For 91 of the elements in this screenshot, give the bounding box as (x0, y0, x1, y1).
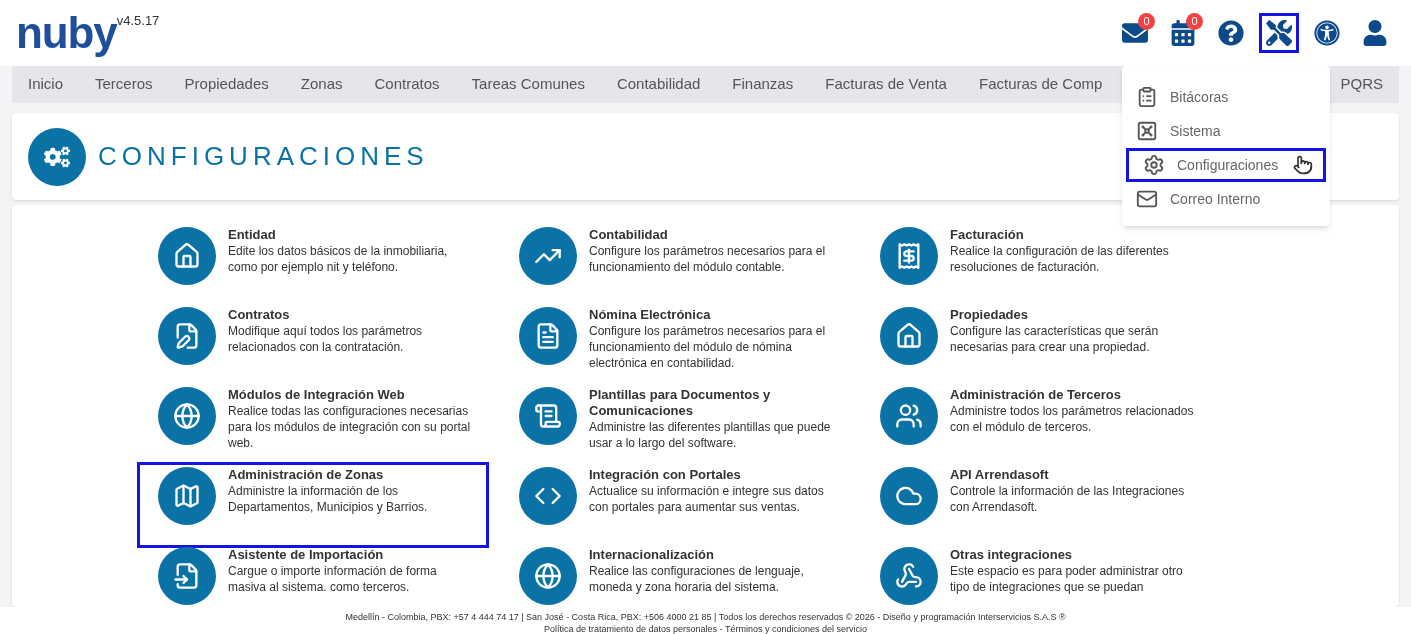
nav-link[interactable]: Facturas de Comp (962, 73, 1119, 96)
module-description: Controle la información de las Integraciones con Arrendasoft. (950, 483, 1186, 515)
module-item[interactable]: Administración de Terceros Administre todos los parámetros relacionados con el módulo de terceros. (864, 387, 1225, 463)
version-label: v4.5.17 (116, 12, 160, 28)
module-title: Integración con Portales (589, 467, 742, 483)
page-title: CONFIGURACIONES (98, 140, 429, 173)
receipt-icon (880, 227, 938, 285)
nav-link[interactable]: Contabilidad (600, 73, 717, 96)
logo: nuby (16, 11, 117, 55)
map-icon (158, 467, 216, 525)
count-badge: 0 (1186, 13, 1203, 30)
module-item[interactable]: Plantillas para Documentos y Comunicaciones Administre las diferentes plantillas que puede usar a lo largo del software. (503, 387, 864, 463)
module-item[interactable]: Integración con Portales Actualice su información e integre sus datos con portales para aumentar sus ventas. (503, 467, 864, 543)
module-item[interactable]: Facturación Realice la configuración de las diferentes resoluciones de facturación. (864, 227, 1225, 303)
tools-button[interactable] (1259, 13, 1299, 53)
module-item[interactable]: API Arrendasoft Controle la información de las Integraciones con Arrendasoft. (864, 467, 1225, 543)
tools-icon (1266, 20, 1292, 46)
module-description: Administre todos los parámetros relacionados con el módulo de terceros. (950, 403, 1195, 435)
module-description: Configure los parámetros necesarios para el funcionamiento del módulo contable. (589, 243, 827, 275)
gears-icon (1143, 154, 1165, 176)
module-title: Nómina Electrónica (589, 307, 712, 323)
document-icon (158, 307, 216, 365)
module-title: Módulos de Integración Web (228, 387, 406, 403)
document-icon (519, 387, 577, 445)
document-icon (519, 307, 577, 365)
cloud-icon (880, 467, 938, 525)
footer-link[interactable]: Política de tratamiento de datos personales - Términos y condiciones del servicio (544, 623, 867, 634)
menu-item[interactable]: Bitácoras (1122, 80, 1330, 114)
module-description: Cargue o importe información de forma masiva al sistema. como terceros. (228, 563, 438, 595)
module-item[interactable]: Contratos Modifique aquí todos los parámetros relacionados con la contratación. (142, 307, 503, 383)
nav-link[interactable]: Finanzas (716, 73, 810, 96)
module-title: Contabilidad (589, 227, 669, 243)
module-item[interactable]: Módulos de Integración Web Realice todas las configuraciones necesarias para los módulos de integración con su portal web. (142, 387, 503, 463)
menu-item[interactable]: Configuraciones (1126, 148, 1326, 182)
footer-text: Medellín - Colombia, PBX: +57 4 444 74 17 | San José - Costa Rica, PBX: +506 4000 21 85 | Todos los derechos reservados © 2026 - Diseño y programación Interservicios S.A.S ® (345, 611, 1066, 623)
cursor-icon (1293, 155, 1313, 175)
module-title: Entidad (228, 227, 277, 243)
mail-icon (1136, 188, 1158, 210)
module-description: Realice todas las configuraciones necesarias para los módulos de integración con su portal web. (228, 403, 472, 451)
nav-link[interactable]: PQRS (1332, 73, 1391, 96)
accessibility-icon (1314, 20, 1340, 46)
nav-link[interactable]: Propiedades (168, 73, 285, 96)
count-badge: 0 (1138, 13, 1155, 30)
module-description: Actualice su información e integre sus datos con portales para aumentar sus ventas. (589, 483, 825, 515)
module-title: Internacionalización (589, 547, 715, 563)
module-title: API Arrendasoft (950, 467, 1050, 483)
module-title: Asistente de Importación (228, 547, 385, 563)
module-title: Otras integraciones (950, 547, 1074, 563)
module-description: Este espacio es para poder administrar otro tipo de integraciones que se puedan (950, 563, 1184, 595)
module-title: Administración de Zonas (228, 467, 385, 483)
help-icon (1218, 20, 1244, 46)
code-icon (519, 467, 577, 525)
module-item[interactable]: Otras integraciones Este espacio es para poder administrar otro tipo de integraciones que se puedan (864, 547, 1225, 607)
people-icon (880, 387, 938, 445)
nav-link[interactable]: Zonas (284, 73, 359, 96)
nav-link[interactable]: Contratos (358, 73, 456, 96)
nav-link[interactable]: Terceros (79, 73, 169, 96)
module-item[interactable]: Internacionalización Realice las configuraciones de lenguaje, moneda y zona horaria del sistema. (503, 547, 864, 607)
module-title: Plantillas para Documentos y Comunicaciones (589, 387, 772, 419)
module-item[interactable]: Asistente de Importación Cargue o importe información de forma masiva al sistema. como terceros. (142, 547, 503, 607)
module-item[interactable]: Entidad Edite los datos básicos de la inmobiliaria, como por ejemplo nit y teléfono. (142, 227, 503, 303)
module-item[interactable]: Propiedades Configure las características que serán necesarias para crear una propiedad. (864, 307, 1225, 383)
module-title: Contratos (228, 307, 291, 323)
gears-icon (28, 127, 86, 186)
clipboard-icon (1136, 86, 1158, 108)
mail-button[interactable]: 0 (1115, 13, 1155, 53)
module-description: Configure los parámetros necesarios para el funcionamiento del módulo de nómina electrónica en contabilidad. (589, 323, 827, 371)
module-item[interactable]: Administración de Zonas Administre la información de los Departamentos, Municipios y Barrios. (142, 467, 484, 543)
module-description: Realice la configuración de las diferentes resoluciones de facturación. (950, 243, 1170, 275)
module-title: Propiedades (950, 307, 1030, 323)
user-icon (1362, 20, 1388, 46)
nav-link[interactable]: Tareas Comunes (455, 73, 601, 96)
module-item[interactable]: Contabilidad Configure los parámetros necesarios para el funcionamiento del módulo contable. (503, 227, 864, 303)
module-description: Administre las diferentes plantillas que puede usar a lo largo del software. (589, 419, 832, 451)
nav-link[interactable]: Inicio (12, 73, 80, 96)
menu-item[interactable]: Correo Interno (1122, 182, 1330, 216)
module-title: Administración de Terceros (950, 387, 1122, 403)
module-description: Configure las características que serán necesarias para crear una propiedad. (950, 323, 1160, 355)
module-title: Facturación (950, 227, 1025, 243)
house-icon (158, 227, 216, 285)
module-description: Modifique aquí todos los parámetros relacionados con la contratación. (228, 323, 424, 355)
module-description: Edite los datos básicos de la inmobiliaria, como por ejemplo nit y teléfono. (228, 243, 449, 275)
globe-icon (158, 387, 216, 445)
menu-item[interactable]: Sistema (1122, 114, 1330, 148)
module-description: Realice las configuraciones de lenguaje, moneda y zona horaria del sistema. (589, 563, 805, 595)
module-item[interactable]: Nómina Electrónica Configure los parámetros necesarios para el funcionamiento del módulo de nómina electrónica en contabilidad. (503, 307, 864, 383)
nav-link[interactable]: Facturas de Venta (809, 73, 963, 96)
module-description: Administre la información de los Departamentos, Municipios y Barrios. (228, 483, 429, 515)
calendar-button[interactable]: 0 (1163, 13, 1203, 53)
house-icon (880, 307, 938, 365)
chart-icon (519, 227, 577, 285)
